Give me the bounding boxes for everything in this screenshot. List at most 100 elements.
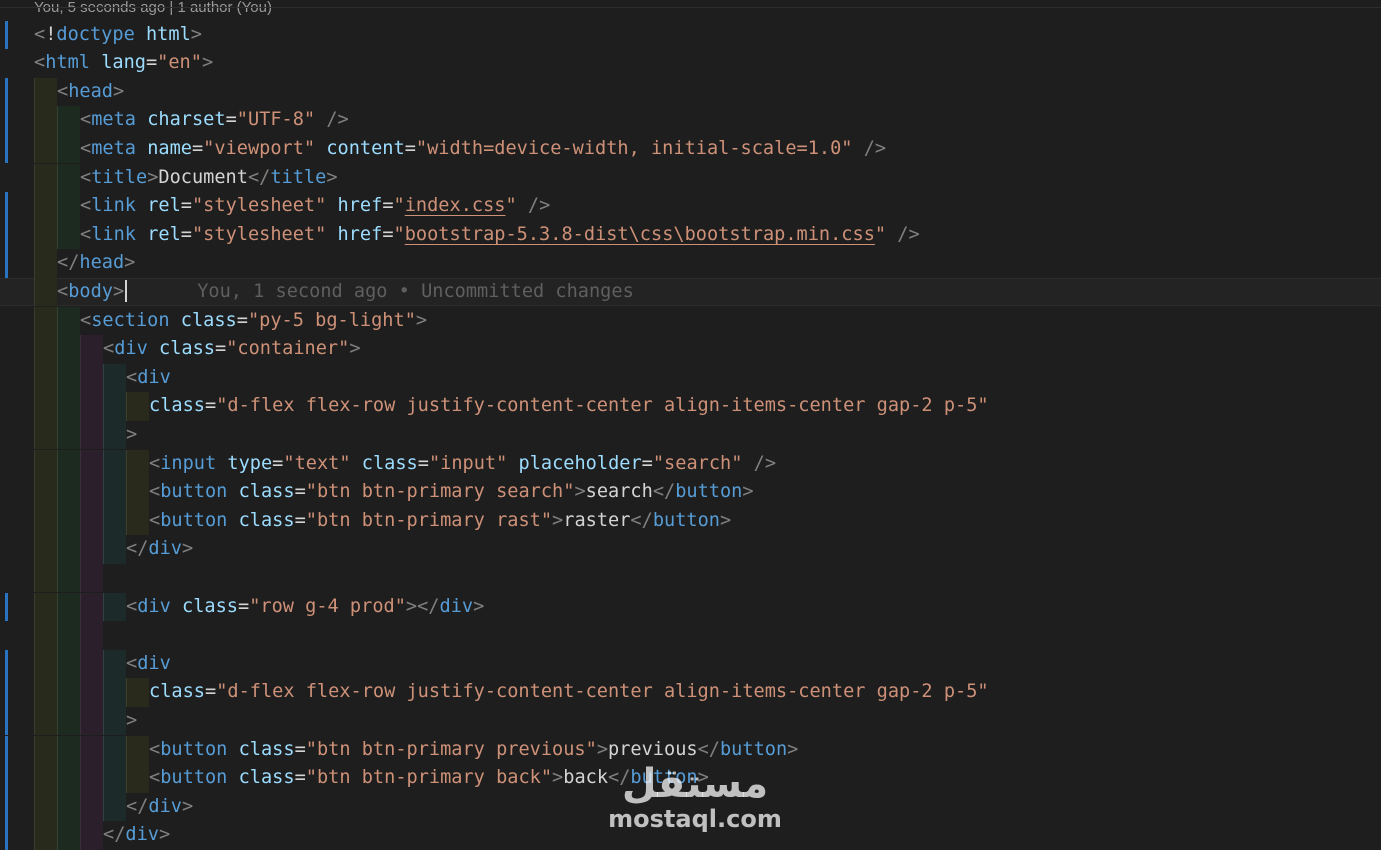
code-line-text[interactable]: <meta name="viewport" content="width=dev… [80, 135, 886, 164]
indent-guide [57, 563, 80, 593]
code-line-text[interactable]: <title>Document</title> [80, 164, 338, 193]
code-line-text[interactable]: </div> [103, 821, 170, 850]
indent-guide [34, 563, 57, 593]
code-line[interactable]: class="d-flex flex-row justify-content-c… [0, 392, 1381, 421]
indent-guide [80, 335, 103, 364]
git-change-gutter-mark[interactable] [5, 821, 8, 850]
git-change-gutter-mark[interactable] [5, 792, 8, 822]
href-link[interactable]: bootstrap-5.3.8-dist\css\bootstrap.min.c… [405, 224, 875, 245]
code-token: > [126, 709, 138, 731]
href-link[interactable]: index.css [405, 195, 506, 216]
code-line-text[interactable]: </div> [126, 535, 193, 564]
code-token: > [181, 795, 194, 817]
git-change-gutter-mark[interactable] [5, 706, 8, 736]
git-change-gutter-mark[interactable] [5, 192, 8, 221]
code-line[interactable]: > [0, 420, 1381, 450]
code-token: lang [101, 52, 146, 74]
code-line-text[interactable]: <div [126, 364, 171, 393]
indent-guide [34, 363, 57, 393]
code-line[interactable]: </div> [0, 821, 1381, 850]
code-line-text[interactable]: </head> [57, 249, 135, 278]
git-change-gutter-mark[interactable] [5, 649, 8, 679]
code-line[interactable]: <button class="btn btn-primary search">s… [0, 478, 1381, 507]
indent-guide [57, 621, 80, 650]
code-line[interactable]: class="d-flex flex-row justify-content-c… [0, 678, 1381, 707]
code-line-text[interactable]: <body> You, 1 second ago • Uncommitted ch… [57, 278, 634, 307]
codelens-blame-header[interactable]: You, 5 seconds ago | 1 author (You) [34, 0, 272, 19]
code-line-text[interactable]: class="d-flex flex-row justify-content-c… [149, 392, 989, 421]
code-line[interactable]: <head> [0, 77, 1381, 107]
code-token: class [361, 452, 418, 474]
code-line[interactable]: </div> [0, 792, 1381, 822]
indent-guide [126, 764, 149, 793]
git-change-gutter-mark[interactable] [5, 249, 8, 278]
code-line[interactable]: <link rel="stylesheet" href="index.css" … [0, 192, 1381, 221]
indent-guide [57, 363, 80, 393]
code-line[interactable]: <div class="row g-4 prod"></div> [0, 592, 1381, 622]
git-change-gutter-mark[interactable] [5, 592, 8, 622]
code-line[interactable]: <html lang="en"> [0, 49, 1381, 78]
code-line-text[interactable]: <meta charset="UTF-8" /> [80, 106, 349, 135]
code-line-text[interactable]: <div class="container"> [103, 335, 361, 364]
code-line-text[interactable]: <button class="btn btn-primary search">s… [149, 478, 754, 507]
code-line-text[interactable]: <!doctype html> [34, 21, 202, 50]
indent-guide [126, 735, 149, 765]
code-editor[interactable]: You, 5 seconds ago | 1 author (You) <!do… [0, 0, 1381, 850]
git-change-gutter-mark[interactable] [5, 77, 8, 107]
git-change-gutter-mark[interactable] [5, 20, 8, 50]
code-line-text[interactable]: <link rel="stylesheet" href="index.css" … [80, 192, 550, 221]
git-change-gutter-mark[interactable] [5, 678, 8, 707]
code-line-text[interactable]: class="d-flex flex-row justify-content-c… [149, 678, 989, 707]
code-token: " [393, 223, 405, 245]
code-line[interactable]: <button class="btn btn-primary back">bac… [0, 764, 1381, 793]
code-line[interactable]: <title>Document</title> [0, 163, 1381, 193]
git-change-gutter-mark[interactable] [5, 134, 8, 164]
code-line[interactable]: > [0, 706, 1381, 736]
code-line-text[interactable]: <button class="btn btn-primary previous"… [149, 736, 798, 765]
code-line-text[interactable]: <input type="text" class="input" placeho… [149, 450, 776, 479]
git-change-gutter-mark[interactable] [5, 220, 8, 250]
code-line-text[interactable]: <div [126, 650, 171, 679]
git-change-gutter-mark[interactable] [5, 735, 8, 765]
code-line[interactable]: <div [0, 649, 1381, 679]
code-line[interactable]: <button class="btn btn-primary rast">ras… [0, 506, 1381, 536]
code-line-text[interactable]: <link rel="stylesheet" href="bootstrap-5… [80, 221, 920, 250]
code-line[interactable]: <div [0, 363, 1381, 393]
code-line-text[interactable]: <button class="btn btn-primary back">bac… [149, 764, 709, 793]
code-token: "UTF-8" [236, 109, 316, 131]
code-line[interactable]: </head> [0, 249, 1381, 278]
code-line[interactable]: <meta charset="UTF-8" /> [0, 106, 1381, 135]
code-token: input [160, 452, 217, 474]
code-line-text[interactable]: <head> [57, 78, 124, 107]
code-token: /> [863, 137, 887, 159]
code-token: = [417, 452, 429, 474]
code-line-text[interactable]: <section class="py-5 bg-light"> [80, 307, 427, 336]
indent-guide [57, 735, 80, 765]
code-line-text[interactable]: <html lang="en"> [34, 49, 213, 78]
code-line[interactable]: <section class="py-5 bg-light"> [0, 306, 1381, 336]
indent-guide [80, 706, 103, 736]
code-line[interactable]: </div> [0, 535, 1381, 564]
indent-guide [57, 134, 80, 164]
code-line[interactable]: <body> You, 1 second ago • Uncommitted ch… [0, 277, 1381, 307]
git-change-gutter-mark[interactable] [5, 764, 8, 793]
code-line[interactable]: <button class="btn btn-primary previous"… [0, 735, 1381, 765]
code-line[interactable] [0, 563, 1381, 593]
indent-guide [103, 792, 126, 822]
code-line-text[interactable]: > [126, 421, 137, 450]
git-change-gutter-mark[interactable] [5, 106, 8, 135]
code-line[interactable] [0, 621, 1381, 650]
code-token: Document [158, 166, 248, 188]
code-line[interactable]: <meta name="viewport" content="width=dev… [0, 134, 1381, 164]
code-line-text[interactable]: <div class="row g-4 prod"></div> [126, 593, 484, 622]
code-line-text[interactable]: </div> [126, 793, 193, 822]
code-line[interactable]: <input type="text" class="input" placeho… [0, 449, 1381, 479]
code-token: > [596, 738, 609, 760]
code-line[interactable]: <link rel="stylesheet" href="bootstrap-5… [0, 220, 1381, 250]
code-line[interactable]: <!doctype html> [0, 20, 1381, 50]
code-line[interactable]: <div class="container"> [0, 335, 1381, 364]
code-line-text[interactable]: <button class="btn btn-primary rast">ras… [149, 507, 731, 536]
code-line-text[interactable]: > [126, 707, 137, 736]
